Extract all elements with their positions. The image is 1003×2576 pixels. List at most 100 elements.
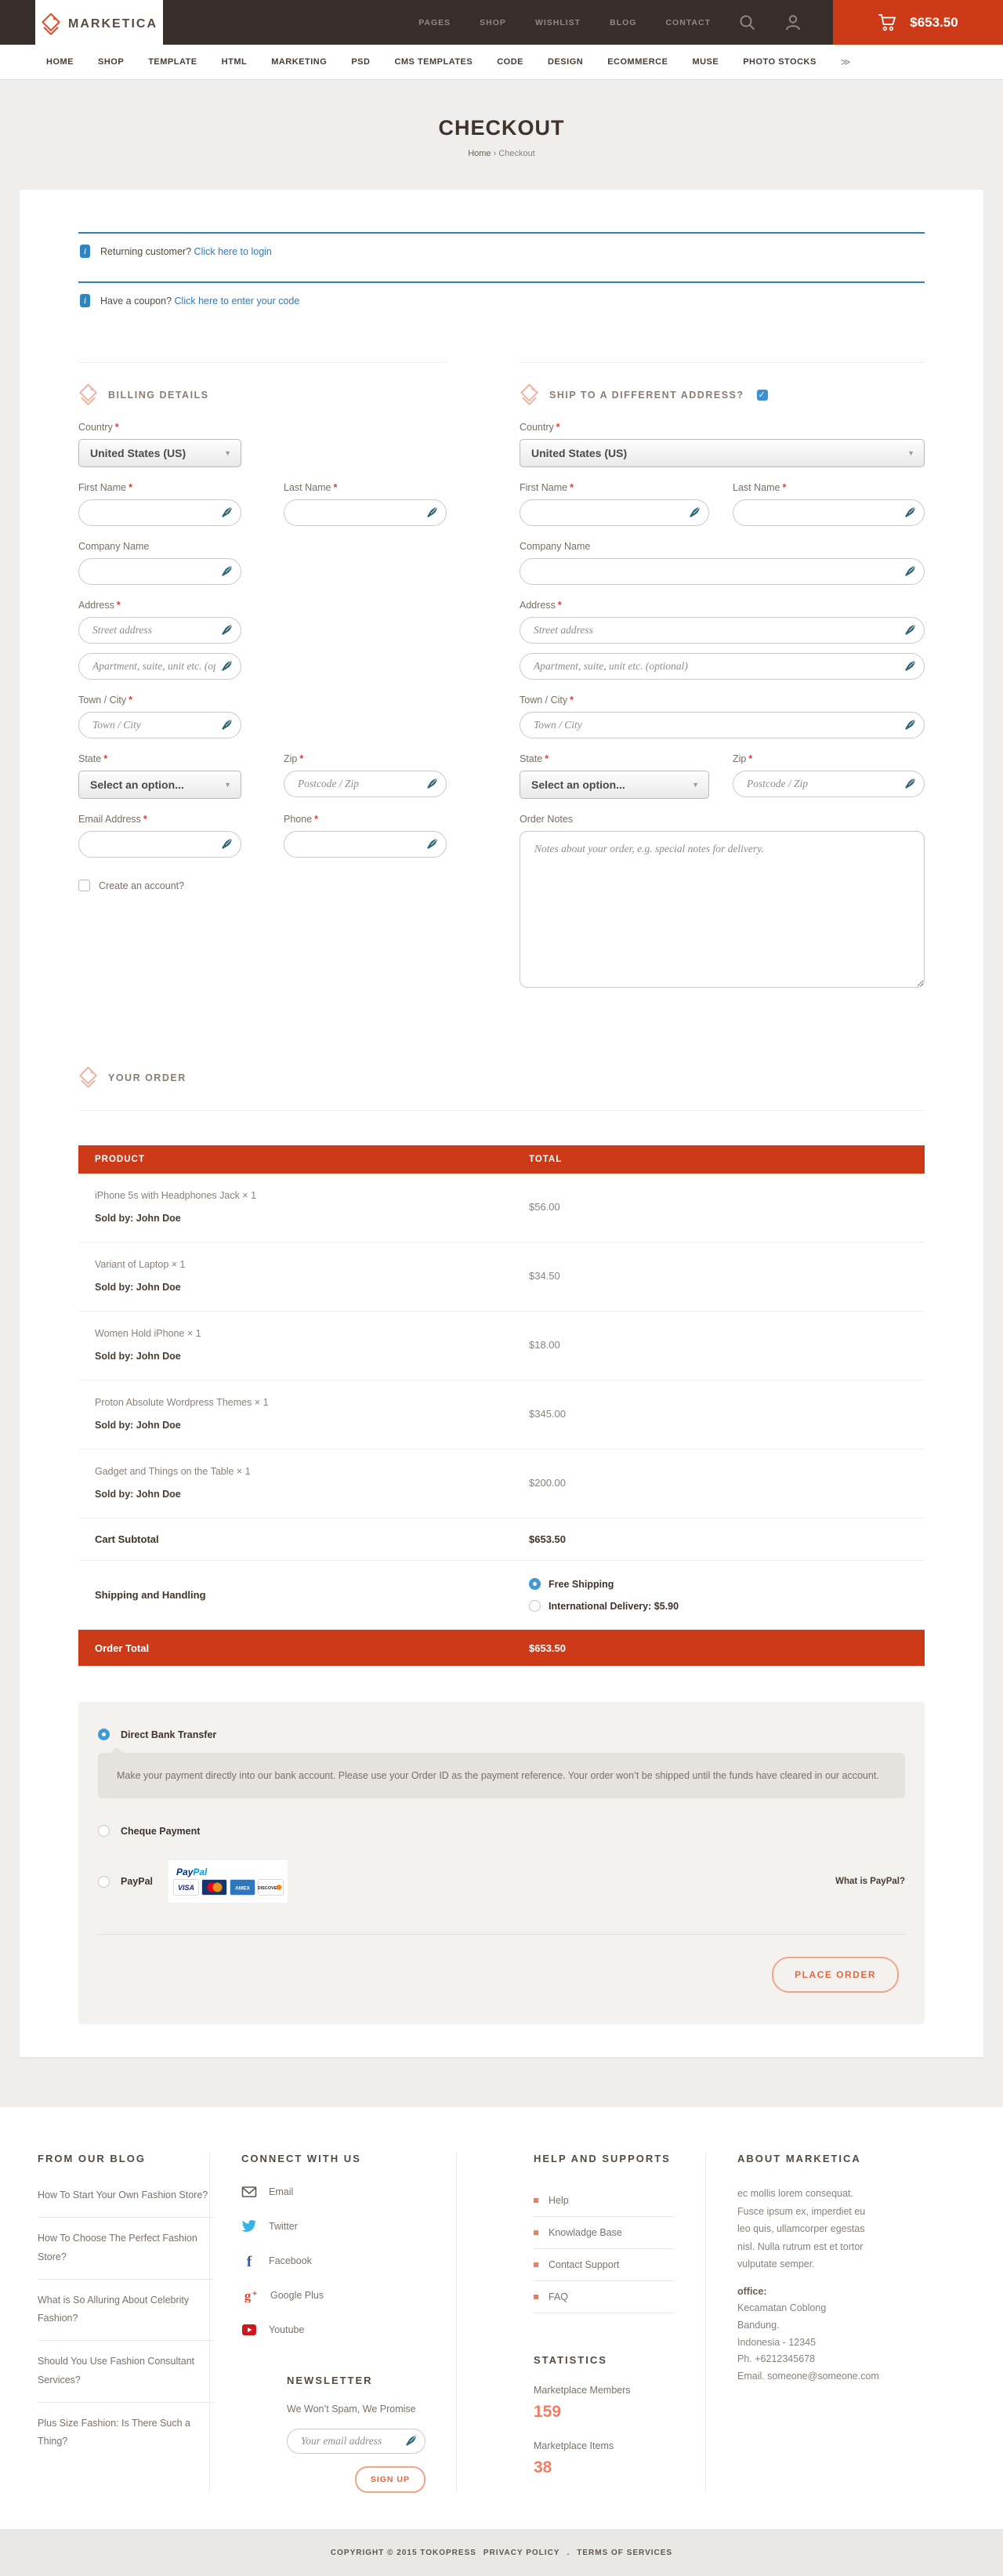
privacy-policy-link[interactable]: PRIVACY POLICY — [483, 2549, 560, 2557]
page-head: CHECKOUT Home › Checkout — [0, 80, 1003, 190]
visa-card-icon: VISA — [173, 1879, 199, 1896]
twitter-icon — [241, 2219, 257, 2233]
menu-home[interactable]: HOME — [46, 57, 74, 67]
billing-email-input[interactable] — [78, 831, 241, 858]
blog-link[interactable]: How To Start Your Own Fashion Store? — [38, 2185, 214, 2218]
help-link[interactable]: Contact Support — [534, 2249, 675, 2281]
payment-method-cheque[interactable]: Cheque Payment — [98, 1825, 905, 1837]
radio-selected-icon[interactable] — [98, 1729, 110, 1740]
help-link[interactable]: Knowladge Base — [534, 2217, 675, 2249]
product-seller: Sold by: John Doe — [95, 1420, 529, 1431]
menu-design[interactable]: DESIGN — [548, 57, 583, 67]
menu-psd[interactable]: PSD — [351, 57, 370, 67]
discover-card-icon: DISCOVER — [258, 1879, 284, 1896]
facebook-icon: f — [241, 2254, 257, 2268]
blog-link[interactable]: Plus Size Fashion: Is There Such a Thing… — [38, 2403, 214, 2464]
cart-button[interactable]: $653.50 — [833, 0, 1003, 45]
google-plus-icon: g+ — [241, 2288, 259, 2302]
blog-link[interactable]: What is So Alluring About Celebrity Fash… — [38, 2280, 214, 2342]
help-link[interactable]: Help — [534, 2185, 675, 2217]
what-is-paypal-link[interactable]: What is PayPal? — [835, 1877, 905, 1886]
radio-selected-icon[interactable] — [529, 1578, 541, 1590]
menu-ecommerce[interactable]: ECOMMERCE — [607, 57, 668, 67]
top-nav-wishlist[interactable]: WISHLIST — [535, 18, 581, 27]
billing-state-select[interactable]: Select an option...▼ — [78, 771, 241, 799]
shipping-apartment-input[interactable] — [520, 653, 925, 680]
ship-different-checkbox[interactable] — [757, 390, 768, 401]
terms-link[interactable]: TERMS OF SERVICES — [577, 2549, 672, 2557]
billing-first-name-input[interactable] — [78, 499, 241, 526]
logo[interactable]: MARKETICA — [35, 0, 163, 49]
shipping-first-name-input[interactable] — [520, 499, 709, 526]
product-total: $56.00 — [529, 1201, 560, 1213]
search-icon[interactable] — [739, 14, 756, 31]
billing-zip-input[interactable] — [284, 771, 447, 797]
billing-town-input[interactable] — [78, 712, 241, 738]
cart-total: $653.50 — [910, 15, 958, 31]
billing-tag-icon — [78, 383, 98, 407]
menu-marketing[interactable]: MARKETING — [271, 57, 327, 67]
shipping-zip-input[interactable] — [733, 771, 925, 797]
social-facebook[interactable]: f Facebook — [241, 2254, 382, 2268]
shipping-last-name-input[interactable] — [733, 499, 925, 526]
menu-html[interactable]: HTML — [222, 57, 248, 67]
shipping-state-select[interactable]: Select an option...▼ — [520, 771, 709, 799]
help-link[interactable]: FAQ — [534, 2281, 675, 2313]
social-google-plus[interactable]: g+ Google Plus — [241, 2288, 382, 2302]
footer-blog-title: FROM OUR BLOG — [38, 2153, 198, 2164]
social-youtube[interactable]: Youtube — [241, 2323, 382, 2337]
billing-street-input[interactable] — [78, 617, 241, 644]
billing-company-input[interactable] — [78, 558, 241, 585]
square-bullet-icon — [534, 2295, 538, 2299]
shipping-country-select[interactable]: United States (US)▼ — [520, 439, 925, 467]
blog-link[interactable]: Should You Use Fashion Consultant Servic… — [38, 2341, 214, 2403]
menu-cms-templates[interactable]: CMS TEMPLATES — [394, 57, 473, 67]
place-order-button[interactable]: PLACE ORDER — [772, 1957, 899, 1993]
menu-more-icon[interactable]: ≫ — [841, 56, 849, 67]
user-icon[interactable] — [784, 14, 802, 31]
shipping-option-international[interactable]: International Delivery: $5.90 — [529, 1600, 679, 1612]
social-twitter[interactable]: Twitter — [241, 2219, 382, 2233]
radio-icon[interactable] — [98, 1825, 110, 1837]
pen-icon — [221, 719, 233, 731]
menu-muse[interactable]: MUSE — [692, 57, 719, 67]
menu-shop[interactable]: SHOP — [98, 57, 124, 67]
shipping-street-input[interactable] — [520, 617, 925, 644]
top-nav-contact[interactable]: CONTACT — [665, 18, 711, 27]
logo-text: MARKETICA — [68, 17, 158, 31]
social-email[interactable]: Email — [241, 2185, 382, 2199]
blog-link[interactable]: How To Choose The Perfect Fashion Store? — [38, 2218, 214, 2280]
top-nav-blog[interactable]: BLOG — [610, 18, 636, 27]
table-row: Proton Absolute Wordpress Themes × 1 Sol… — [78, 1381, 925, 1449]
order-notes-textarea[interactable] — [520, 831, 925, 988]
menu-template[interactable]: TEMPLATE — [148, 57, 197, 67]
menu-photo-stocks[interactable]: PHOTO STOCKS — [743, 57, 817, 67]
amex-card-icon: AMEX — [230, 1879, 255, 1896]
radio-icon[interactable] — [98, 1876, 110, 1888]
footer-about-column: ABOUT MARKETICA ec mollis lorem consequa… — [705, 2153, 979, 2493]
create-account-checkbox[interactable] — [78, 880, 90, 891]
signup-button[interactable]: SIGN UP — [355, 2466, 425, 2493]
breadcrumb-home[interactable]: Home — [468, 149, 491, 158]
menu-code[interactable]: CODE — [497, 57, 523, 67]
shipping-town-input[interactable] — [520, 712, 925, 738]
coupon-link[interactable]: Click here to enter your code — [175, 296, 300, 307]
login-link[interactable]: Click here to login — [194, 246, 272, 257]
office-label: office: — [737, 2286, 975, 2297]
shipping-company-input[interactable] — [520, 558, 925, 585]
payment-method-paypal[interactable]: PayPal PayPal VISA AMEX DISCOVER What is… — [98, 1860, 905, 1903]
footer-blog-column: FROM OUR BLOG How To Start Your Own Fash… — [24, 2153, 209, 2493]
payment-method-bank[interactable]: Direct Bank Transfer — [98, 1729, 905, 1740]
radio-icon[interactable] — [529, 1600, 541, 1612]
shipping-option-free[interactable]: Free Shipping — [529, 1578, 679, 1590]
billing-last-name-input[interactable] — [284, 499, 447, 526]
billing-phone-input[interactable] — [284, 831, 447, 858]
product-name: Variant of Laptop × 1 — [95, 1259, 529, 1270]
top-nav-shop[interactable]: SHOP — [480, 18, 506, 27]
billing-first-name-label: First Name* — [78, 482, 241, 493]
top-nav-pages[interactable]: PAGES — [418, 18, 451, 27]
bank-transfer-description: Make your payment directly into our bank… — [98, 1753, 905, 1798]
billing-apartment-input[interactable] — [78, 653, 241, 680]
product-seller: Sold by: John Doe — [95, 1282, 529, 1293]
billing-country-select[interactable]: United States (US)▼ — [78, 439, 241, 467]
